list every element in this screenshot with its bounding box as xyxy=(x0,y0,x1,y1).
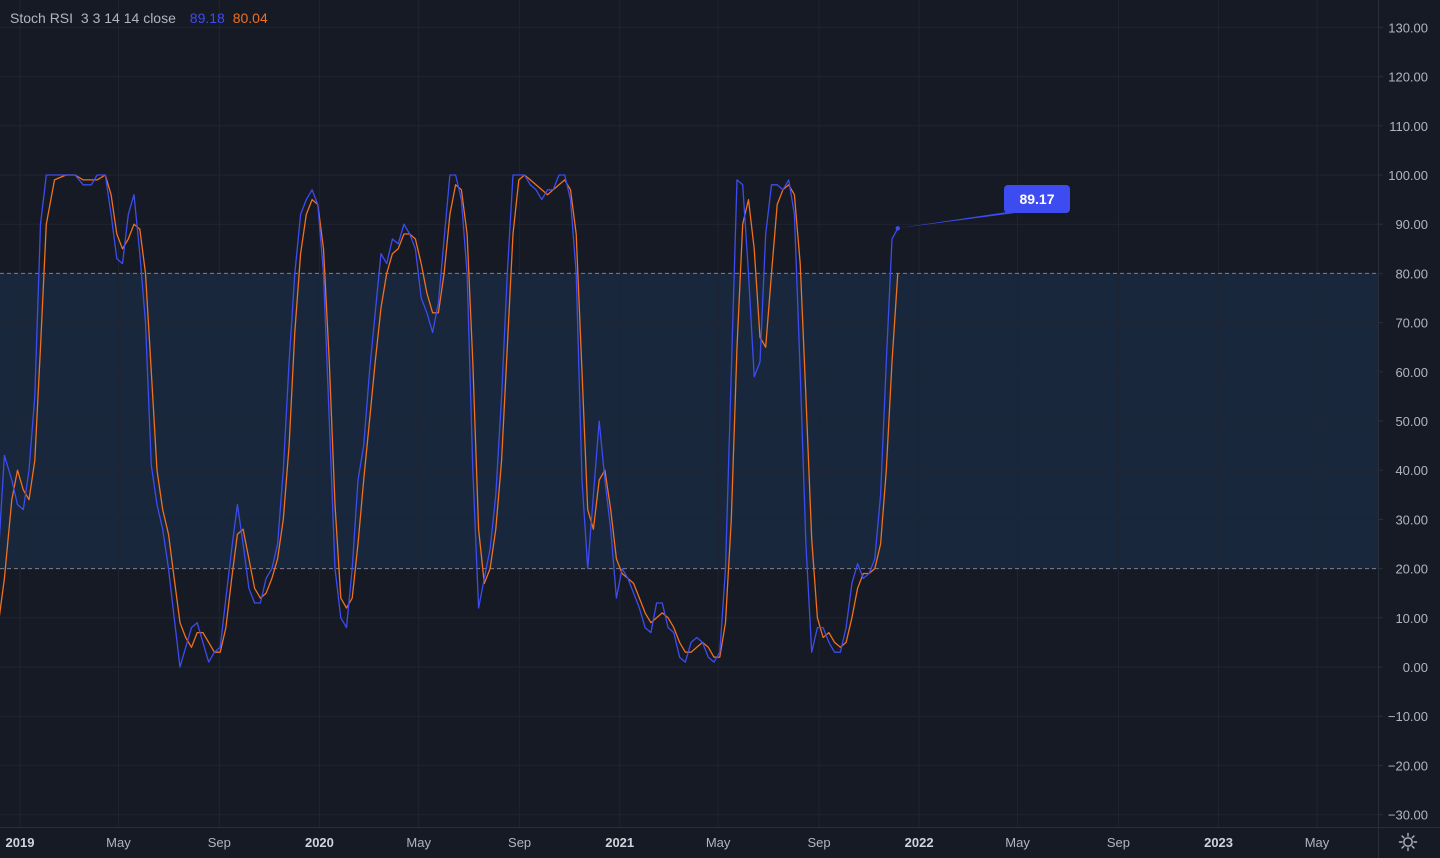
y-tick-label: 110.00 xyxy=(1389,119,1428,134)
y-tick-label: 120.00 xyxy=(1388,70,1428,85)
gear-icon xyxy=(1398,832,1418,852)
y-tick-label: 130.00 xyxy=(1388,20,1428,35)
k-value: 89.18 xyxy=(189,10,225,26)
x-tick-label: Sep xyxy=(508,835,531,850)
y-tick-label: 20.00 xyxy=(1395,562,1428,577)
y-tick-label: −20.00 xyxy=(1388,758,1428,773)
x-tick-label: Sep xyxy=(1107,835,1130,850)
last-point-marker xyxy=(895,226,900,231)
indicator-name: Stoch RSI xyxy=(10,10,74,26)
x-tick-label: 2022 xyxy=(905,835,934,850)
y-tick-label: 60.00 xyxy=(1395,365,1428,380)
y-tick-label: −10.00 xyxy=(1388,709,1428,724)
y-tick-label: 80.00 xyxy=(1395,266,1428,281)
y-tick-label: 40.00 xyxy=(1395,463,1428,478)
chart-settings-button[interactable] xyxy=(1396,830,1420,854)
x-tick-label: May xyxy=(406,835,431,850)
x-tick-label: May xyxy=(1305,835,1330,850)
y-tick-label: 0.00 xyxy=(1403,660,1428,675)
x-tick-label: May xyxy=(1005,835,1030,850)
indicator-params: 3 3 14 14 close xyxy=(80,10,176,26)
y-tick-label: 100.00 xyxy=(1388,168,1428,183)
d-value: 80.04 xyxy=(232,10,268,26)
y-tick-label: 50.00 xyxy=(1395,414,1428,429)
price-tag-label: 89.17 xyxy=(1019,191,1054,207)
y-tick-label: 10.00 xyxy=(1395,611,1428,626)
y-tick-label: 90.00 xyxy=(1395,217,1428,232)
stoch-rsi-chart[interactable]: 130.00 120.00 110.00 100.00 90.00 80.00 70.00 6… xyxy=(0,0,1440,858)
y-tick-label: 70.00 xyxy=(1395,316,1428,331)
x-tick-label: May xyxy=(106,835,131,850)
x-tick-label: 2023 xyxy=(1204,835,1233,850)
y-tick-label: −30.00 xyxy=(1388,808,1428,823)
x-tick-label: Sep xyxy=(208,835,231,850)
x-tick-label: May xyxy=(706,835,731,850)
x-tick-label: 2020 xyxy=(305,835,334,850)
chart-stage[interactable]: 130.00 120.00 110.00 100.00 90.00 80.00 70.00 6… xyxy=(0,0,1440,858)
x-tick-label: 2019 xyxy=(6,835,35,850)
x-tick-label: 2021 xyxy=(605,835,634,850)
y-tick-label: 30.00 xyxy=(1395,512,1428,527)
x-tick-label: Sep xyxy=(807,835,830,850)
indicator-legend[interactable]: Stoch RSI 3 3 14 14 close 89.18 80.04 xyxy=(10,10,272,26)
